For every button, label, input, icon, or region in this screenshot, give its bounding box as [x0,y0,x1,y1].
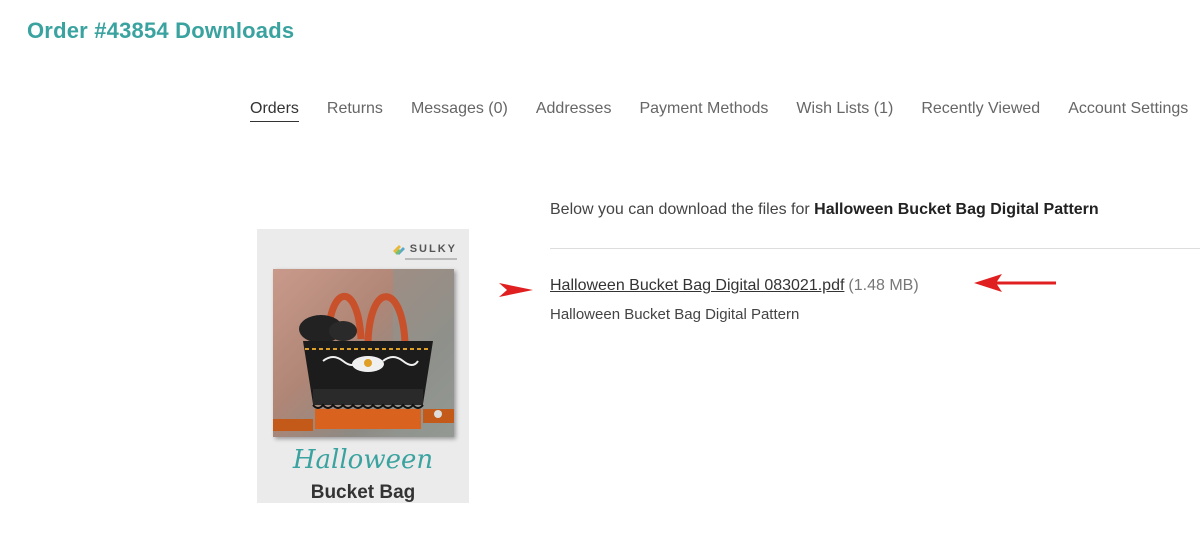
annotation-arrow-left-icon [974,274,1056,292]
nav-item-messages[interactable]: Messages (0) [411,100,508,122]
download-intro: Below you can download the files for Hal… [550,201,1099,219]
file-size: (1.48 MB) [848,277,919,294]
sulky-logo-icon [392,245,405,255]
brand-name: SULKY [409,243,457,255]
product-script-title: Halloween [292,445,434,475]
download-file-link[interactable]: Halloween Bucket Bag Digital 083021.pdf [550,277,844,294]
product-thumbnail: SULKY Halloween Bucket Bag [257,229,469,503]
nav-item-addresses[interactable]: Addresses [536,100,612,122]
download-file-row: Halloween Bucket Bag Digital 083021.pdf(… [550,277,919,295]
bucket-bag-illustration [273,269,454,437]
nav-item-account-settings[interactable]: Account Settings [1068,100,1188,122]
divider [550,248,1200,249]
file-description: Halloween Bucket Bag Digital Pattern [550,306,800,323]
brand-logo: SULKY [391,241,457,257]
annotation-arrow-right-icon [499,283,533,297]
nav-item-orders[interactable]: Orders [250,100,299,122]
nav-item-wish-lists[interactable]: Wish Lists (1) [796,100,893,122]
brand-tagline [405,258,457,260]
product-bold-title: Bucket Bag [310,482,416,503]
intro-text: Below you can download the files for [550,201,815,218]
product-photo [273,269,454,437]
nav-item-payment-methods[interactable]: Payment Methods [639,100,768,122]
page-title: Order #43854 Downloads [27,18,295,43]
intro-product-name: Halloween Bucket Bag Digital Pattern [814,201,1099,218]
account-nav: Orders Returns Messages (0) Addresses Pa… [250,100,1188,122]
nav-item-returns[interactable]: Returns [327,100,383,122]
nav-item-recently-viewed[interactable]: Recently Viewed [921,100,1040,122]
